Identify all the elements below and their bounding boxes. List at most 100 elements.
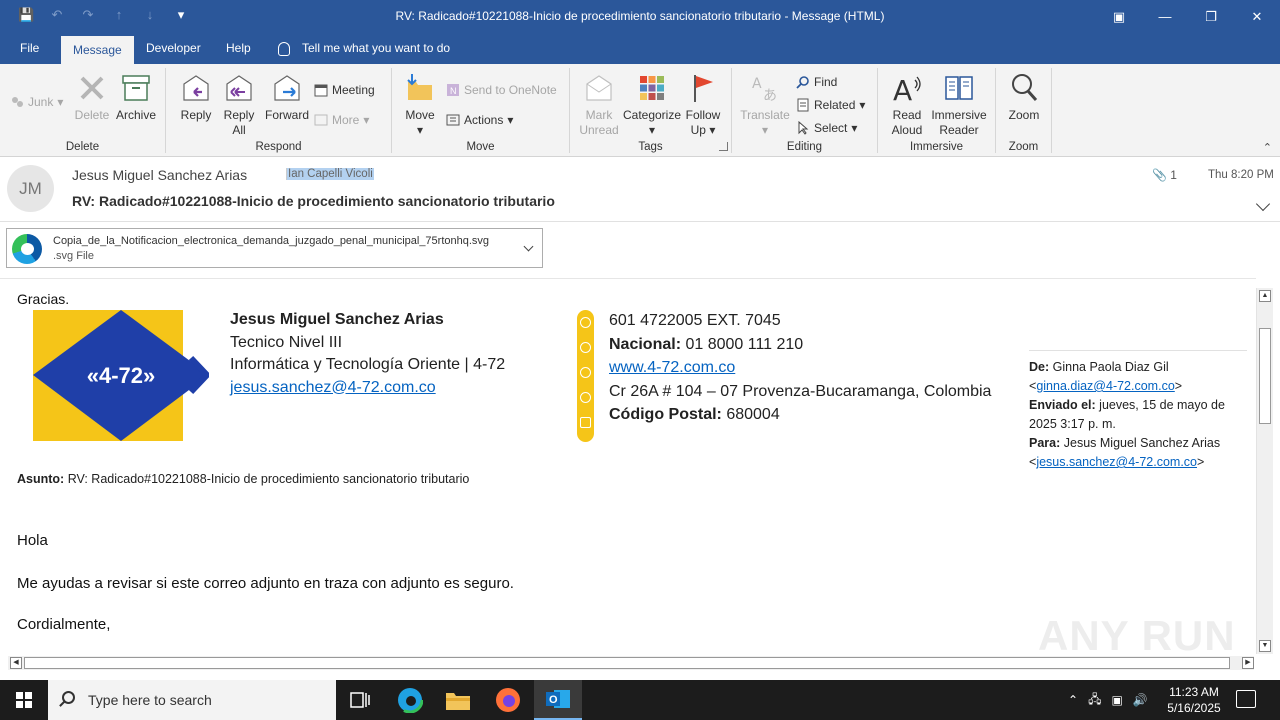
start-button[interactable] xyxy=(0,680,48,720)
send-to-onenote-button[interactable]: N Send to OneNote xyxy=(446,83,557,97)
minimize-button[interactable]: — xyxy=(1142,0,1188,33)
tags-dialog-launcher[interactable] xyxy=(719,142,728,151)
chevron-up-icon[interactable]: ⌃ xyxy=(1068,693,1078,707)
junk-button[interactable]: Junk ▾ xyxy=(10,95,63,109)
chevron-down-icon: ▾ xyxy=(761,123,769,137)
search-icon xyxy=(62,691,75,704)
volume-icon[interactable]: 🔊 xyxy=(1133,693,1148,707)
group-label-move: Move xyxy=(466,141,495,153)
taskbar-search[interactable]: Type here to search xyxy=(48,680,336,720)
collapse-ribbon-icon[interactable]: ⌃ xyxy=(1263,141,1272,154)
chevron-down-icon: ▾ xyxy=(859,98,866,112)
more-respond-button[interactable]: More ▾ xyxy=(314,113,369,127)
tab-help[interactable]: Help xyxy=(214,33,263,64)
related-button[interactable]: Related ▾ xyxy=(796,98,865,112)
postal-icon xyxy=(580,417,591,428)
signature-email-link[interactable]: jesus.sanchez@4-72.com.co xyxy=(230,379,436,396)
signature-role: Tecnico Nivel III xyxy=(230,333,343,351)
scroll-down-arrow-icon[interactable]: ▼ xyxy=(1259,640,1271,652)
taskbar-firefox[interactable] xyxy=(484,680,532,720)
horizontal-scroll-thumb[interactable] xyxy=(24,657,1230,669)
message-subject: RV: Radicado#10221088-Inicio de procedim… xyxy=(72,193,555,209)
fwd-to: Para: Jesus Miguel Sanchez Arias <jesus.s… xyxy=(1029,436,1221,469)
immersive-reader-button[interactable]: Immersive Reader xyxy=(928,72,990,138)
folder-icon xyxy=(446,693,470,710)
system-tray: ⌃ 🖧 ▣ 🔊 xyxy=(1068,680,1148,720)
reply-all-button[interactable]: Reply All xyxy=(220,72,258,138)
fwd-to-email-link[interactable]: jesus.sanchez@4-72.com.co xyxy=(1036,455,1197,469)
delete-button[interactable]: Delete xyxy=(74,72,110,123)
related-icon xyxy=(796,98,810,112)
window-controls: ▣ — ❐ ✕ xyxy=(1096,0,1280,33)
group-editing: Aあ Translate ▾ Find Related ▾ Select ▾ Edit… xyxy=(732,68,878,153)
sender-name[interactable]: Jesus Miguel Sanchez Arias xyxy=(72,167,247,183)
select-cursor-icon xyxy=(796,120,810,135)
archive-button[interactable]: Archive xyxy=(114,72,158,123)
ribbon-display-options-icon[interactable]: ▣ xyxy=(1096,0,1142,33)
logo-text: «4-72» xyxy=(87,363,156,388)
taskbar-edge[interactable] xyxy=(386,680,434,720)
categorize-icon xyxy=(636,72,668,104)
contact-icons-bar xyxy=(577,310,594,442)
meeting-button[interactable]: Meeting xyxy=(314,83,375,97)
actions-button[interactable]: Actions ▾ xyxy=(446,113,513,127)
group-immersive: A Read Aloud Immersive Reader Immersive xyxy=(878,68,996,153)
zoom-button[interactable]: Zoom xyxy=(1004,72,1044,123)
tell-me-search[interactable]: Tell me what you want to do xyxy=(278,33,450,64)
scroll-right-arrow-icon[interactable]: ▶ xyxy=(1242,657,1254,669)
find-button[interactable]: Find xyxy=(796,75,837,89)
forwarded-header: De: Ginna Paola Diaz Gil <ginna.diaz@4-72… xyxy=(1029,350,1247,472)
scroll-up-arrow-icon[interactable]: ▲ xyxy=(1259,290,1271,302)
taskbar-file-explorer[interactable] xyxy=(434,680,482,720)
vertical-scrollbar[interactable]: ▲ ▼ xyxy=(1256,288,1273,654)
svg-text:A: A xyxy=(752,76,762,92)
expand-header-icon[interactable] xyxy=(1255,196,1271,212)
select-button[interactable]: Select ▾ xyxy=(796,120,857,135)
group-label-editing: Editing xyxy=(786,141,823,153)
reply-button[interactable]: Reply xyxy=(178,72,214,123)
signature-block: Jesus Miguel Sanchez Arias Tecnico Nivel… xyxy=(230,309,505,399)
website-link[interactable]: www.4-72.com.co xyxy=(609,359,735,376)
mark-unread-button[interactable]: Mark Unread xyxy=(578,72,620,138)
attachment-item[interactable]: Copia_de_la_Notificacion_electronica_dem… xyxy=(6,228,543,268)
read-aloud-button[interactable]: A Read Aloud xyxy=(886,72,928,138)
lightbulb-icon xyxy=(278,41,290,56)
group-label-delete: Delete xyxy=(65,141,100,153)
chevron-down-icon: ▾ xyxy=(709,123,716,137)
anyrun-watermark: ANY RUN xyxy=(1038,612,1236,656)
tab-file[interactable]: File xyxy=(8,33,51,64)
display-icon[interactable]: ▣ xyxy=(1111,693,1122,707)
group-label-tags: Tags xyxy=(638,141,663,153)
move-button[interactable]: Move ▾ xyxy=(400,72,440,138)
close-button[interactable]: ✕ xyxy=(1234,0,1280,33)
group-label-immersive: Immersive xyxy=(909,141,964,153)
recipient-name[interactable]: Ian Capelli Vicoli xyxy=(286,168,374,180)
task-view-button[interactable] xyxy=(336,680,384,720)
forward-button[interactable]: Forward xyxy=(264,72,310,123)
chevron-down-icon: ▾ xyxy=(416,123,424,137)
notifications-icon[interactable] xyxy=(1236,690,1256,708)
meeting-icon xyxy=(314,83,328,97)
chevron-down-icon: ▾ xyxy=(648,123,656,137)
fwd-from-email-link[interactable]: ginna.diaz@4-72.com.co xyxy=(1036,379,1174,393)
horizontal-scrollbar[interactable]: ◀ ▶ xyxy=(8,656,1254,670)
group-move: Move ▾ N Send to OneNote Actions ▾ Move xyxy=(392,68,570,153)
translate-button[interactable]: Aあ Translate ▾ xyxy=(738,72,792,138)
tab-developer[interactable]: Developer xyxy=(134,33,213,64)
vertical-scroll-thumb[interactable] xyxy=(1259,328,1271,424)
categorize-button[interactable]: Categorize ▾ xyxy=(622,72,682,138)
network-icon[interactable]: 🖧 xyxy=(1088,690,1101,711)
taskbar-outlook[interactable]: O xyxy=(534,680,582,720)
tab-message[interactable]: Message xyxy=(61,36,134,64)
taskbar-clock[interactable]: 11:23 AM 5/16/2025 xyxy=(1164,684,1224,716)
location-pin-icon xyxy=(580,392,591,403)
windows-logo-icon xyxy=(16,692,32,708)
contact-address: Cr 26A # 104 – 07 Provenza-Bucaramanga, … xyxy=(609,382,992,400)
scroll-left-arrow-icon[interactable]: ◀ xyxy=(10,657,22,669)
attachment-dropdown-icon[interactable] xyxy=(523,241,534,252)
message-body: Gracias. «4-72» Jesus Miguel Sanchez Ari… xyxy=(0,278,1256,656)
maximize-button[interactable]: ❐ xyxy=(1188,0,1234,33)
read-aloud-icon: A xyxy=(891,72,923,107)
contact-block: 601 4722005 EXT. 7045 Nacional: 01 8000 … xyxy=(609,309,991,427)
follow-up-button[interactable]: Follow Up ▾ xyxy=(682,72,724,138)
